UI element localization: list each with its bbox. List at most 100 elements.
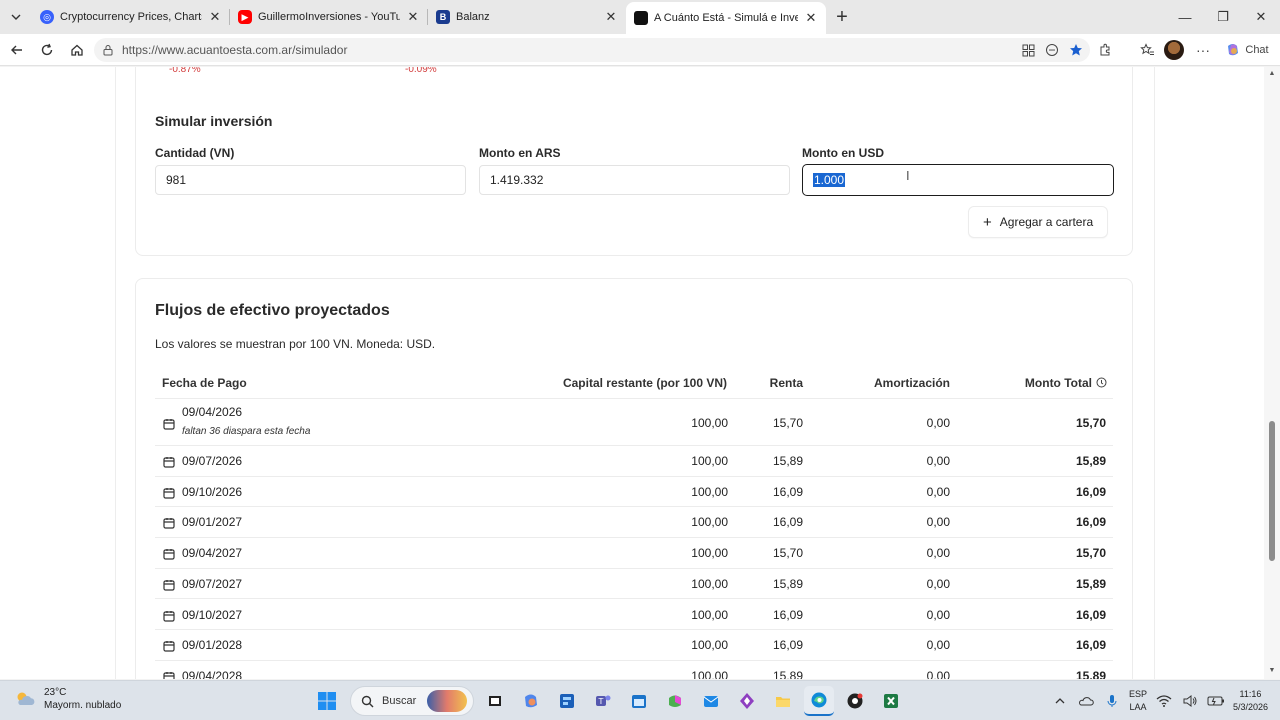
browser-toolbar: ··· Chat: [1092, 34, 1272, 66]
system-clock[interactable]: 11:16 5/3/2026: [1233, 688, 1268, 714]
weather-temp: 23°C: [44, 687, 67, 698]
amortization-value: 0,00: [926, 416, 950, 430]
close-icon[interactable]: ✕: [406, 9, 420, 25]
url-field[interactable]: https://www.acuantoesta.com.ar/simulador: [94, 38, 1090, 62]
calendar-icon: [163, 578, 175, 591]
profile-avatar[interactable]: [1164, 40, 1184, 60]
wifi-icon[interactable]: [1155, 692, 1173, 710]
change-percent: -0.87%: [169, 67, 201, 75]
tab-title: Cryptocurrency Prices, Charts And: [60, 11, 202, 23]
scroll-up-icon[interactable]: ▲: [1268, 70, 1276, 77]
favorite-star-icon[interactable]: [1064, 38, 1088, 62]
col-total-amount: Monto Total: [1024, 376, 1092, 390]
youtube-icon: ▶: [238, 10, 252, 24]
info-icon[interactable]: [1096, 377, 1107, 388]
weather-desc: Mayorm. nublado: [44, 700, 122, 711]
clock-date: 5/3/2026: [1232, 702, 1268, 712]
outlook-calendar-icon[interactable]: [624, 686, 654, 716]
start-button[interactable]: [312, 686, 342, 716]
amortization-value: 0,00: [926, 454, 950, 468]
income-value: 16,09: [772, 484, 803, 499]
tab-acuantoesta[interactable]: A Cuánto Está - Simulá e Invertí, Te ✕: [626, 2, 826, 34]
income-value: 16,09: [772, 638, 803, 653]
text-cursor-icon: I: [906, 168, 910, 183]
taskbar-search[interactable]: Buscar: [350, 686, 474, 716]
tab-actions-menu[interactable]: [0, 0, 32, 34]
weather-widget[interactable]: 23°C Mayorm. nublado: [14, 686, 121, 712]
task-view-icon[interactable]: [480, 686, 510, 716]
quantity-label: Cantidad (VN): [155, 146, 235, 160]
usd-amount-input[interactable]: 1.000: [802, 164, 1114, 196]
payment-date: 09/01/2028: [182, 638, 243, 653]
keyboard-layout: LAA: [1129, 702, 1147, 712]
page-scrollbar[interactable]: ▲ ▼: [1264, 67, 1280, 679]
tab-coinmarketcap[interactable]: ◎ Cryptocurrency Prices, Charts And ✕: [32, 0, 230, 34]
tab-title: Balanz: [456, 11, 490, 23]
taskbar-apps: Buscar T: [312, 685, 906, 717]
calendar-icon: [163, 516, 175, 529]
payment-date: 09/04/2028: [182, 668, 243, 679]
total-amount: 16,09: [1075, 515, 1106, 530]
add-to-portfolio-button[interactable]: + Agregar a cartera: [968, 206, 1109, 238]
onedrive-icon[interactable]: [1077, 692, 1095, 710]
lock-icon[interactable]: [102, 44, 114, 56]
app-available-icon[interactable]: [1016, 38, 1040, 62]
tab-youtube[interactable]: ▶ GuillermoInversiones - YouTube ✕: [230, 0, 428, 34]
battery-icon[interactable]: [1207, 692, 1225, 710]
new-tab-button[interactable]: +: [826, 0, 858, 34]
close-icon[interactable]: ✕: [208, 9, 222, 25]
page-viewport: -0.87% -0.09% Simular inversión Cantidad…: [0, 67, 1264, 679]
income-value: 15,89: [772, 668, 803, 679]
home-button[interactable]: [62, 35, 92, 65]
store-app-icon[interactable]: [552, 686, 582, 716]
teams-app-icon[interactable]: T: [588, 686, 618, 716]
remaining-capital: 100,00: [691, 638, 728, 653]
scroll-down-icon[interactable]: ▼: [1268, 667, 1276, 674]
m365-app-icon[interactable]: [660, 686, 690, 716]
scrollbar-thumb[interactable]: [1269, 421, 1275, 561]
income-value: 15,89: [772, 576, 803, 591]
col-remaining-capital: Capital restante (por 100 VN): [562, 376, 727, 390]
quantity-input[interactable]: 981: [155, 165, 466, 195]
edge-browser-icon[interactable]: [804, 686, 834, 716]
windows-taskbar: 23°C Mayorm. nublado Buscar T ESP LAA 11…: [0, 680, 1280, 720]
close-icon[interactable]: ✕: [804, 10, 818, 26]
file-explorer-icon[interactable]: [768, 686, 798, 716]
system-tray: ESP LAA 11:16 5/3/2026: [1051, 685, 1268, 717]
tab-balanz[interactable]: B Balanz ✕: [428, 0, 626, 34]
coinmarketcap-icon: ◎: [40, 10, 54, 24]
more-options-icon[interactable]: ···: [1188, 37, 1218, 63]
refresh-button[interactable]: [32, 35, 62, 65]
remaining-capital: 100,00: [691, 607, 728, 622]
copilot-chat-button[interactable]: Chat: [1222, 37, 1272, 63]
calendar-icon: [163, 547, 175, 560]
visual-studio-icon[interactable]: [732, 686, 762, 716]
table-row: 09/07/2026 100,00 15,89 0,00 15,89: [155, 446, 1113, 477]
close-window-icon[interactable]: ✕: [1242, 0, 1280, 34]
svg-text:T: T: [598, 697, 604, 706]
remaining-capital: 100,00: [691, 576, 728, 591]
col-payment-date: Fecha de Pago: [162, 376, 247, 390]
table-row: 09/04/2026 faltan 36 diaspara esta fecha 1…: [155, 399, 1113, 446]
minimize-icon[interactable]: —: [1166, 0, 1204, 34]
extensions-icon[interactable]: [1092, 37, 1118, 63]
restore-icon[interactable]: ❐: [1204, 0, 1242, 34]
mail-app-icon[interactable]: [696, 686, 726, 716]
usd-amount-label: Monto en USD: [802, 146, 884, 160]
back-button[interactable]: [2, 35, 32, 65]
tracking-prevention-icon[interactable]: [1040, 38, 1064, 62]
microphone-icon[interactable]: [1103, 692, 1121, 710]
simulate-title: Simular inversión: [155, 113, 273, 129]
income-value: 15,70: [772, 546, 803, 561]
ars-amount-input[interactable]: 1.419.332: [479, 165, 790, 195]
chevron-up-icon[interactable]: [1051, 692, 1069, 710]
obs-app-icon[interactable]: [840, 686, 870, 716]
volume-icon[interactable]: [1181, 692, 1199, 710]
close-icon[interactable]: ✕: [604, 9, 618, 25]
copilot-app-icon[interactable]: [516, 686, 546, 716]
total-amount: 15,70: [1075, 416, 1106, 430]
excel-app-icon[interactable]: [876, 686, 906, 716]
language-indicator[interactable]: ESP LAA: [1129, 688, 1147, 714]
favorites-icon[interactable]: [1134, 37, 1160, 63]
payment-date: 09/04/2027: [182, 546, 243, 561]
